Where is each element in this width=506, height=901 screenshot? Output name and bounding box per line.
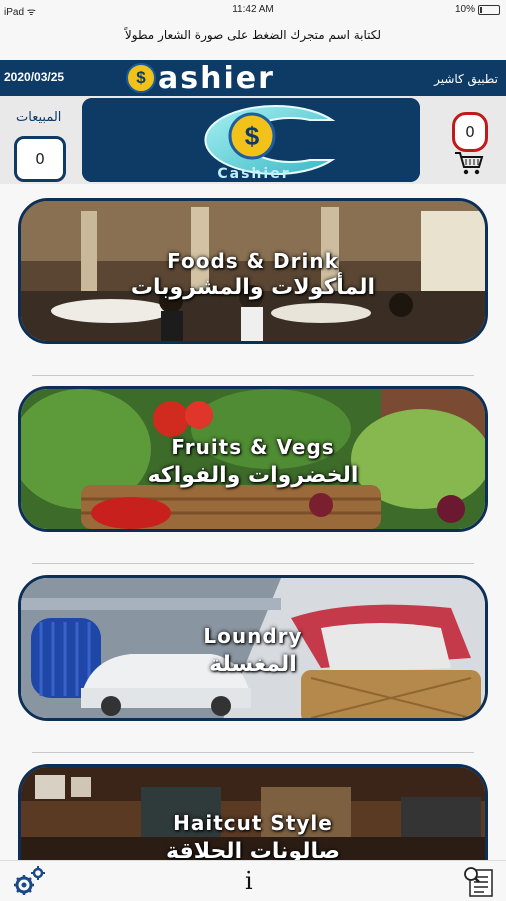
category-foods-drink[interactable]: Foods & Drink المأكولات والمشروبات [18,198,488,344]
store-name-hint: لكتابة اسم متجرك الضغط على صورة الشعار م… [124,28,382,42]
header-date: 2020/03/25 [4,70,65,84]
vegetables-image [21,389,485,529]
cart-count-badge[interactable]: 0 [452,112,488,152]
svg-text:Cashier: Cashier [217,166,290,182]
store-logo-button[interactable]: $ Cashier [82,98,420,182]
cashier-logo-icon: $ Cashier [82,98,420,182]
laundry-image [21,578,485,718]
category-title-en: Fruits & Vegs [171,435,335,459]
category-haircut[interactable]: Haitcut Style صالونات الحلاقة [18,764,488,864]
info-icon[interactable]: i [245,867,253,895]
cart-icon[interactable] [454,150,484,176]
dollar-coin-icon: $ [126,63,156,93]
svg-text:$: $ [245,121,260,151]
status-time: 11:42 AM [232,4,274,15]
status-bar: iPad ᯤ 11:42 AM 10% [0,0,506,20]
app-title: تطبيق كاشير [434,72,498,86]
category-laundry[interactable]: Loundry المغسلة [18,575,488,721]
sales-label: المبيعات [16,110,62,125]
brand-logo: $ ashier [126,60,275,96]
category-title-ar: الخضروات والفواكه [147,463,359,488]
sales-counter[interactable]: 0 [14,136,66,182]
category-title-en: Foods & Drink [167,249,339,273]
divider [32,752,474,753]
category-title-en: Haitcut Style [173,811,333,835]
category-title-en: Loundry [203,624,303,648]
divider [32,563,474,564]
category-fruits-vegs[interactable]: Fruits & Vegs الخضروات والفواكه [18,386,488,532]
battery-icon [478,4,500,15]
report-icon[interactable] [462,865,496,897]
gears-icon[interactable] [12,865,46,897]
bottom-toolbar: i [0,860,506,901]
divider [32,375,474,376]
brand-wordmark: ashier [158,60,275,96]
category-title-ar: المأكولات والمشروبات [130,275,376,300]
battery-indicator: 10% [455,4,500,15]
category-title-ar: المغسلة [209,652,297,677]
